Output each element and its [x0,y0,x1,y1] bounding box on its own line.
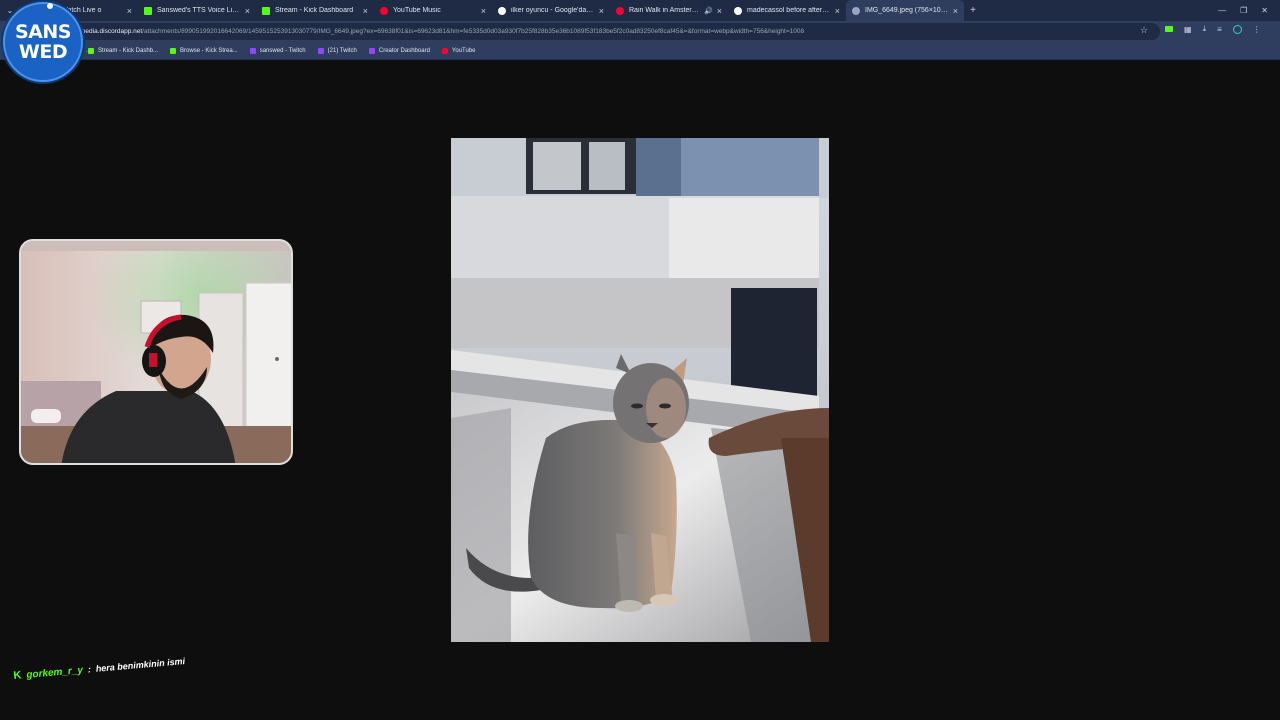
twitch-icon [368,47,375,54]
tab-7[interactable]: IMG_6649.jpeg (756×1008) × [846,0,964,21]
tab-4[interactable]: ilker oyuncu - Google'da Ara × [492,0,610,21]
bookmark-item[interactable]: Browse - Kick Strea... [170,47,238,54]
chat-text: hera benimkinin ismi [95,656,186,674]
bookmark-label: Creator Dashboard [378,47,430,54]
tab-2[interactable]: Stream - Kick Dashboard × [256,0,374,21]
tab-title: Stream - Kick Dashboard [275,7,354,14]
youtube-icon [616,6,624,15]
tab-close-icon[interactable]: × [835,6,840,16]
minimize-icon[interactable]: — [1218,6,1226,15]
webcam-scene [21,241,291,463]
chat-username: gorkem_r_y [25,664,84,681]
extension-icon[interactable] [1165,26,1173,32]
tab-title: ilker oyuncu - Google'da Ara [511,7,595,14]
tab-title: Rain Walk in Amsterdam-4K [629,7,701,14]
youtube-music-icon [380,6,388,15]
tab-3[interactable]: YouTube Music × [374,0,492,21]
tab-close-icon[interactable]: × [245,6,250,16]
tab-close-icon[interactable]: × [599,6,604,16]
bookmark-label: YouTube [451,47,476,54]
twitch-icon [249,47,256,54]
bookmark-item[interactable]: sanswed - Twitch [249,47,306,54]
bookmark-label: Browse - Kick Strea... [180,47,238,54]
channel-logo: SANS WED [3,2,83,82]
bookmark-label: Stream - Kick Dashb... [98,47,159,54]
bookmark-item[interactable]: (21) Twitch [317,47,357,54]
tab-strip: ⌄ ream - Watch Live o × Sanswed's TTS Voic… [0,0,1280,21]
extensions-puzzle-icon[interactable]: ▦ [1184,25,1192,34]
bookmarks-bar: ... Stream - Kick Dashb... Browse - Kick … [0,42,1280,60]
kick-icon [144,6,152,15]
tab-list: ream - Watch Live o × Sanswed's TTS Voice … [20,0,964,21]
kick-badge-icon: K [12,669,22,682]
url-host: media.discordapp.net [80,28,143,35]
cat-photo [451,138,829,642]
bookmark-item[interactable]: YouTube [441,47,476,54]
bookmark-star-icon[interactable]: ☆ [1140,25,1148,36]
tab-title: madecassol before after - Goog [747,7,831,14]
bookmark-label: sanswed - Twitch [259,47,306,54]
tab-close-icon[interactable]: × [363,6,368,16]
stream-chat-message: K gorkem_r_y : hera benimkinin ismi [13,650,243,682]
browser-toolbar: media.discordapp.net/attachments/8990519… [0,21,1280,42]
menu-kebab-icon[interactable]: ⋮ [1253,25,1261,34]
logo-text-line2: WED [18,41,68,63]
download-icon[interactable]: ⤓ [1203,24,1207,34]
logo-text-line1: SANS [15,21,71,43]
tab-close-icon[interactable]: × [717,6,722,16]
new-tab-button[interactable]: + [964,0,982,21]
tab-close-icon[interactable]: × [481,6,486,16]
tab-close-icon[interactable]: × [953,6,958,16]
kick-icon [170,47,177,54]
kick-icon [262,6,270,15]
tab-1[interactable]: Sanswed's TTS Voice List | Kick × [138,0,256,21]
logo-dot [47,3,53,9]
bookmark-item[interactable]: Stream - Kick Dashb... [88,47,159,54]
speaker-icon[interactable]: 🔊 [704,7,713,15]
image-viewer-photo[interactable] [451,138,829,642]
tab-5[interactable]: Rain Walk in Amsterdam-4K🔊 × [610,0,728,21]
restore-icon[interactable]: ❐ [1240,6,1247,15]
bookmark-item[interactable]: Creator Dashboard [368,47,430,54]
toolbar-icons: ▦ ⤓ ≡ ⋮ [1165,24,1261,34]
tab-6[interactable]: madecassol before after - Goog × [728,0,846,21]
tab-title: IMG_6649.jpeg (756×1008) [865,7,949,14]
profile-avatar-icon[interactable] [1232,24,1242,34]
twitch-icon [317,47,324,54]
webcam-feed [19,239,293,465]
address-bar[interactable]: media.discordapp.net/attachments/8990519… [60,23,1160,40]
google-icon [498,6,506,15]
youtube-icon [441,47,448,54]
url-path: /attachments/899051992016642069/14595152… [142,28,805,35]
image-file-icon [852,6,860,15]
window-controls: — ❐ ✕ [1218,6,1280,15]
close-window-icon[interactable]: ✕ [1261,6,1268,15]
tab-title: Sanswed's TTS Voice List | Kick [157,7,241,14]
bookmark-label: (21) Twitch [327,47,357,54]
reading-list-icon[interactable]: ≡ [1217,25,1222,34]
tab-title: YouTube Music [393,7,441,14]
google-icon [734,6,742,15]
bookmark-overflow[interactable]: ... [86,47,92,54]
chat-separator: : [87,664,92,675]
tab-close-icon[interactable]: × [127,6,132,16]
